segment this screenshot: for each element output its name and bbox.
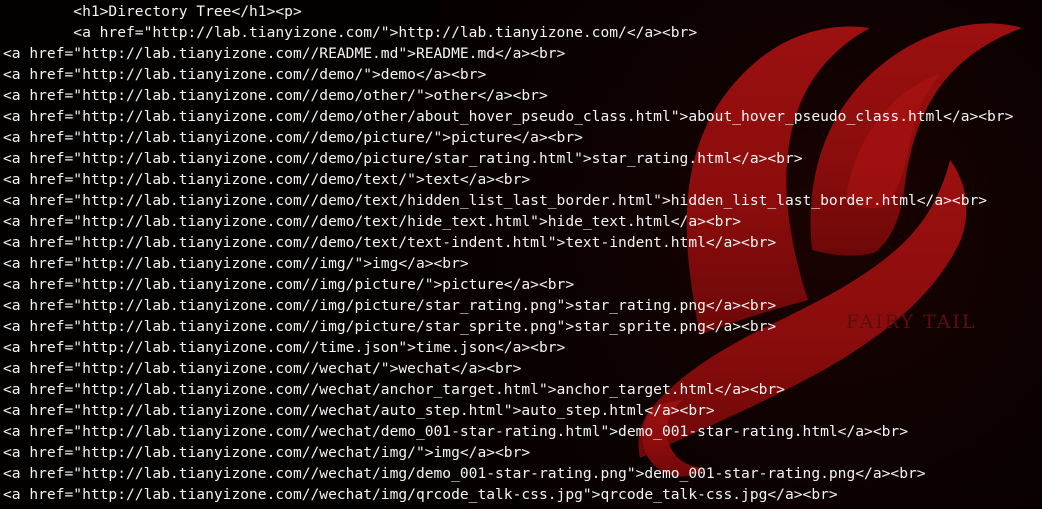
source-line: <a href="http://lab.tianyizone.com//demo…: [3, 192, 988, 209]
source-line: <a href="http://lab.tianyizone.com//img/…: [3, 276, 575, 293]
source-line: <a href="http://lab.tianyizone.com//demo…: [3, 66, 487, 83]
source-line: <a href="http://lab.tianyizone.com//demo…: [3, 213, 742, 230]
source-line: <a href="http://lab.tianyizone.com/">htt…: [3, 24, 698, 41]
source-line: <a href="http://lab.tianyizone.com//wech…: [3, 423, 908, 440]
source-line: <a href="http://lab.tianyizone.com//wech…: [3, 465, 926, 482]
source-line: <a href="http://lab.tianyizone.com//demo…: [3, 87, 548, 104]
source-line: <a href="http://lab.tianyizone.com//demo…: [3, 234, 777, 251]
source-line: <a href="http://lab.tianyizone.com//wech…: [3, 381, 785, 398]
source-line: <a href="http://lab.tianyizone.com//wech…: [3, 402, 715, 419]
source-line: <a href="http://lab.tianyizone.com//wech…: [3, 486, 838, 503]
source-line: <a href="http://lab.tianyizone.com//wech…: [3, 444, 531, 461]
source-line: <a href="http://lab.tianyizone.com//demo…: [3, 108, 1014, 125]
source-line: <a href="http://lab.tianyizone.com//READ…: [3, 45, 566, 62]
source-line: <a href="http://lab.tianyizone.com//img/…: [3, 255, 469, 272]
html-source-output[interactable]: <h1>Directory Tree</h1><p> <a href="http…: [3, 1, 1013, 505]
terminal-window[interactable]: FAIRY TAIL <h1>Directory Tree</h1><p> <a…: [0, 0, 1042, 509]
source-line: <a href="http://lab.tianyizone.com//img/…: [3, 297, 777, 314]
source-line: <a href="http://lab.tianyizone.com//demo…: [3, 129, 583, 146]
source-line: <a href="http://lab.tianyizone.com//demo…: [3, 171, 531, 188]
source-line: <a href="http://lab.tianyizone.com//wech…: [3, 360, 522, 377]
source-line: <h1>Directory Tree</h1><p>: [3, 3, 302, 20]
source-line: <a href="http://lab.tianyizone.com//demo…: [3, 150, 803, 167]
source-line: <a href="http://lab.tianyizone.com//img/…: [3, 318, 777, 335]
source-line: <a href="http://lab.tianyizone.com//time…: [3, 339, 566, 356]
